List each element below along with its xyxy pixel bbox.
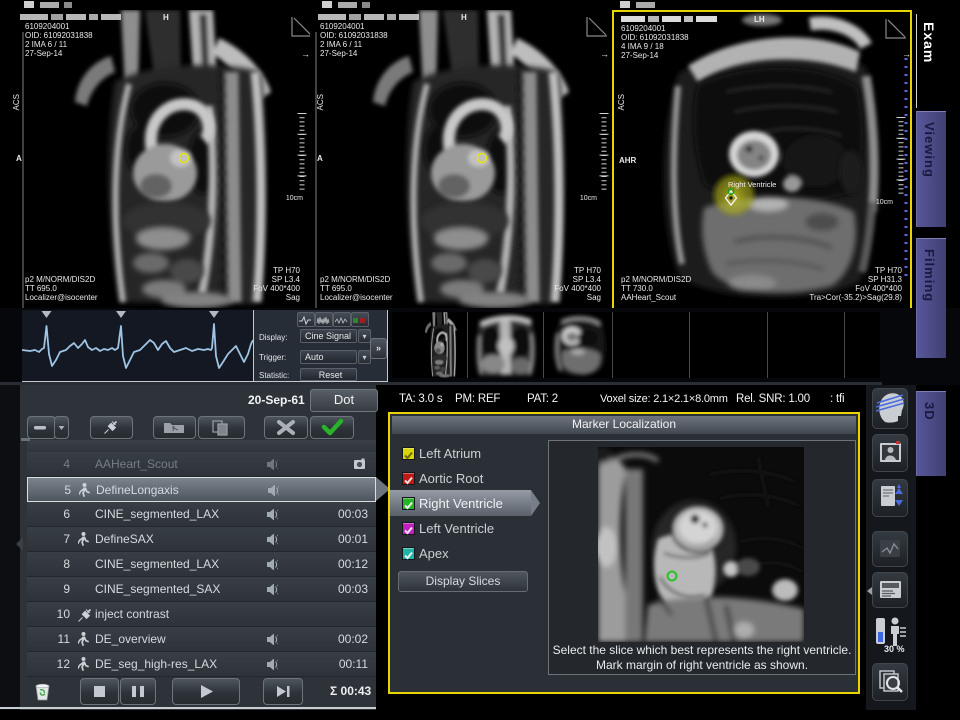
svg-text:30 %: 30 % [884,644,905,654]
